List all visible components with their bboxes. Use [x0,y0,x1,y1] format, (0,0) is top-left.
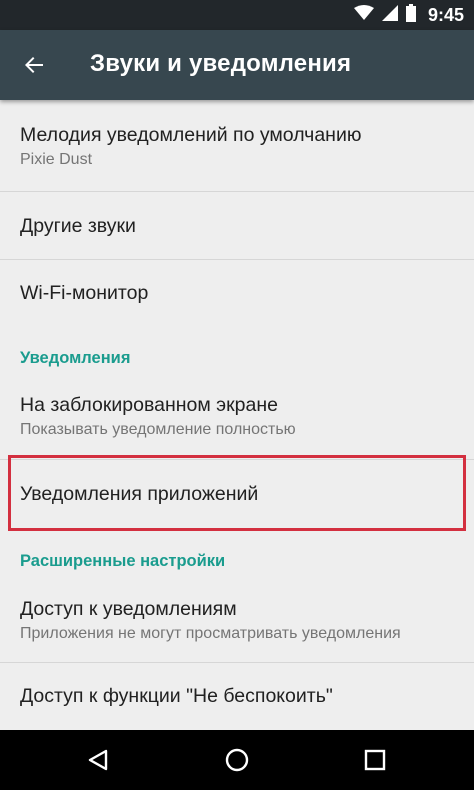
battery-icon [405,3,416,27]
pref-dnd-access[interactable]: Доступ к функции "Не беспокоить" [0,663,474,730]
pref-summary: Приложения не могут просматривать уведом… [20,625,401,642]
pref-title: Другие звуки [20,215,136,237]
pref-title: Доступ к функции "Не беспокоить" [20,685,333,707]
pref-title: На заблокированном экране [20,394,278,416]
pref-title: Доступ к уведомлениям [20,598,237,620]
status-bar: 9:45 [0,0,474,30]
recents-square-icon [364,749,386,771]
pref-other-sounds[interactable]: Другие звуки [0,192,474,260]
pref-lock-screen[interactable]: На заблокированном экране Показывать уве… [0,375,474,460]
category-notifications: Уведомления [20,349,131,367]
back-triangle-icon [88,749,108,771]
home-circle-icon [225,748,249,772]
category-advanced: Расширенные настройки [20,552,226,570]
status-icons: 9:45 [353,3,464,27]
arrow-back-icon [25,57,43,73]
wifi-icon [353,4,374,26]
pref-default-ringtone[interactable]: Мелодия уведомлений по умолчанию Pixie D… [0,100,474,192]
app-toolbar: Звуки и уведомления [0,30,474,100]
status-time: 9:45 [427,4,464,25]
pref-summary: Pixie Dust [20,151,93,168]
settings-list: Мелодия уведомлений по умолчанию Pixie D… [0,100,474,730]
navigation-bar [0,730,474,790]
back-button[interactable] [14,45,54,85]
pref-notification-access[interactable]: Доступ к уведомлениям Приложения не могу… [0,578,474,663]
pref-summary: Показывать уведомление полностью [20,421,296,438]
highlight-frame [8,455,466,531]
pref-title: Wi-Fi-монитор [20,282,149,304]
page-title: Звуки и уведомления [90,50,352,77]
signal-icon [381,4,398,26]
nav-recents-button[interactable] [350,740,400,780]
pref-title: Мелодия уведомлений по умолчанию [20,124,362,146]
nav-home-button[interactable] [212,740,262,780]
nav-back-button[interactable] [73,740,123,780]
pref-wifi-monitor[interactable]: Wi-Fi-монитор [0,260,474,328]
